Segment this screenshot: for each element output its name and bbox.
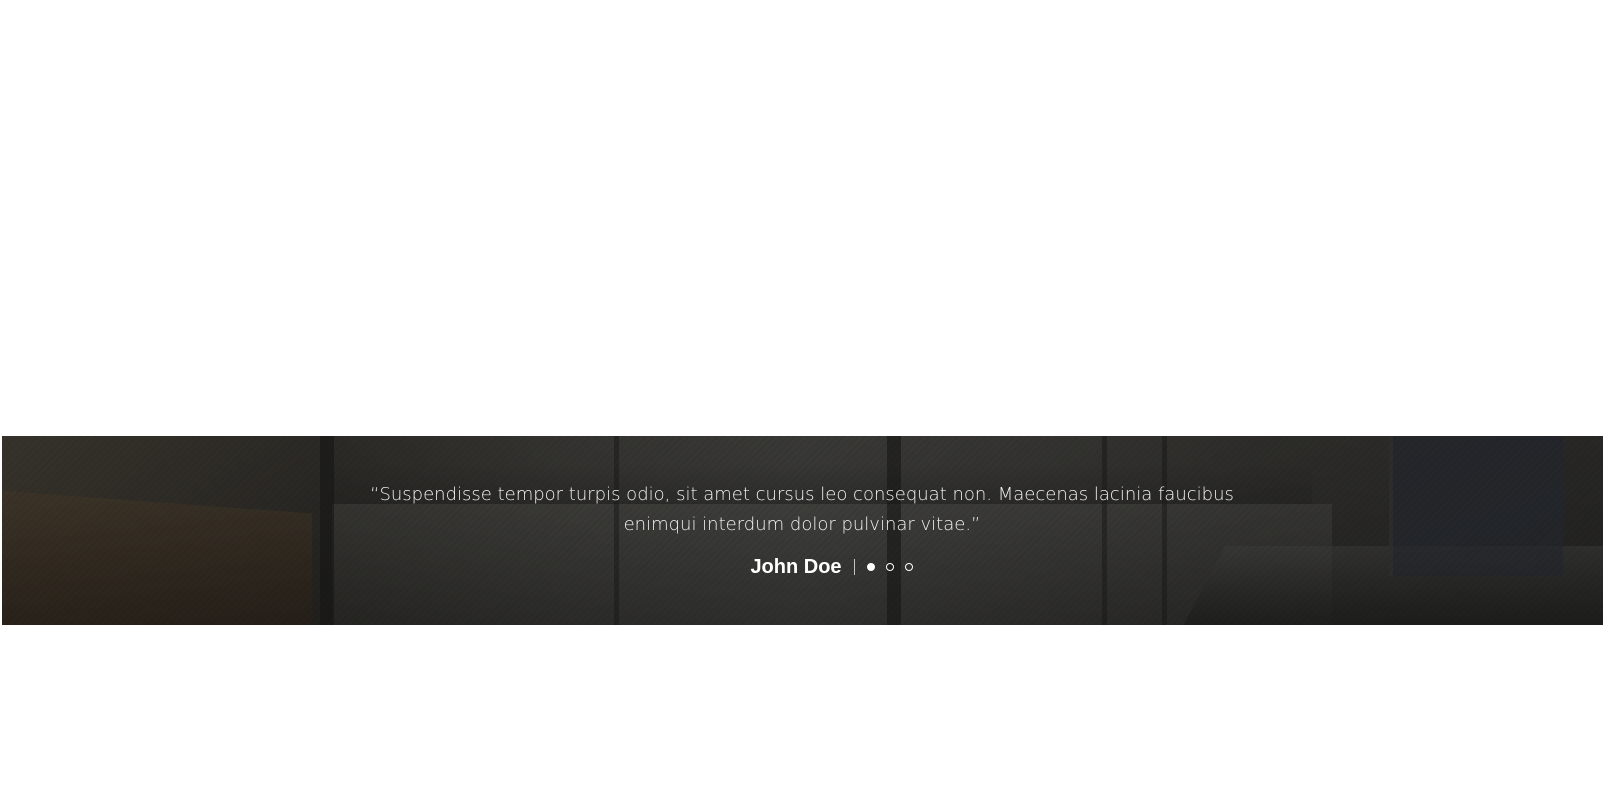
- author-divider: [853, 559, 855, 575]
- testimonial-content: “Suspendisse tempor turpis odio, sit ame…: [2, 436, 1603, 625]
- slider-pagination: [866, 563, 913, 571]
- page: “Suspendisse tempor turpis odio, sit ame…: [0, 0, 1605, 802]
- slider-dot-3[interactable]: [904, 563, 913, 571]
- slider-dot-1[interactable]: [866, 563, 875, 571]
- testimonial-section: “Suspendisse tempor turpis odio, sit ame…: [2, 436, 1603, 625]
- testimonial-author: John Doe: [750, 555, 842, 578]
- testimonial-meta: John Doe: [2, 552, 1603, 582]
- testimonial-quote: “Suspendisse tempor turpis odio, sit ame…: [370, 484, 1234, 535]
- slider-dot-2[interactable]: [885, 563, 894, 571]
